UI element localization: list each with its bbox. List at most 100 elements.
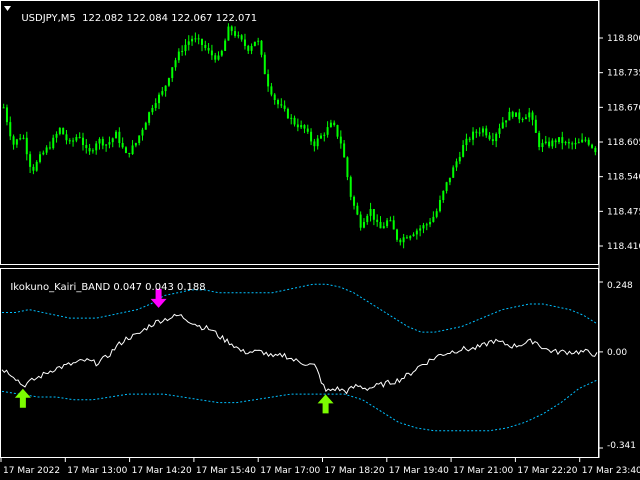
candle-body <box>369 209 372 216</box>
candle-body <box>260 40 263 55</box>
candle-body <box>174 60 177 68</box>
candle-body <box>52 137 55 149</box>
candle-body <box>296 124 299 128</box>
candlestick-series[interactable] <box>2 23 597 249</box>
candle-body <box>105 144 108 146</box>
candle-body <box>62 127 65 135</box>
candle-body <box>91 150 94 152</box>
time-tick-label: 17 Mar 2022 <box>3 466 60 476</box>
candle-body <box>435 211 438 217</box>
candle-body <box>257 40 260 42</box>
candle-body <box>48 147 51 149</box>
candle-body <box>42 152 45 155</box>
price-axis: 118.800 118.735 118.670 118.605 118.540 118.4… <box>599 34 640 252</box>
candle-body <box>465 138 468 146</box>
arrow-up-icon <box>317 394 334 414</box>
candle-body <box>515 112 518 117</box>
candle-body <box>263 54 266 75</box>
candle-body <box>531 112 534 120</box>
candle-body <box>574 143 577 145</box>
candle-body <box>356 205 359 215</box>
candle-body <box>5 107 8 123</box>
candle-body <box>478 132 481 134</box>
lower-band-line <box>1 379 598 432</box>
candle-body <box>293 117 296 125</box>
candle-body <box>339 136 342 144</box>
candle-body <box>277 100 280 105</box>
candle-body <box>286 108 289 119</box>
candle-body <box>323 134 326 136</box>
candle-body <box>187 41 190 45</box>
candle-body <box>224 40 227 51</box>
indicator-info: Ikokuno_Kairi_BAND 0.047 0.043 0.188 <box>4 271 206 293</box>
candle-body <box>541 143 544 148</box>
candle-body <box>544 141 547 144</box>
kairi-series[interactable] <box>1 313 598 395</box>
candle-body <box>372 209 375 220</box>
candle-body <box>548 141 551 147</box>
arrow-up-icon <box>14 388 31 408</box>
symbol-label: USDJPY,M5 <box>21 13 76 24</box>
candle-body <box>392 220 395 230</box>
candle-body <box>485 128 488 136</box>
candle-body <box>551 140 554 147</box>
candle-body <box>353 196 356 206</box>
chart-window[interactable]: 118.800 118.735 118.670 118.605 118.540 118.4… <box>0 0 640 480</box>
candle-body <box>191 38 194 42</box>
candle-body <box>55 133 58 138</box>
candle-body <box>584 139 587 141</box>
candle-body <box>207 47 210 51</box>
candle-body <box>518 112 521 120</box>
candle-body <box>108 142 111 145</box>
candle-body <box>316 138 319 147</box>
candle-body <box>303 125 306 129</box>
candle-body <box>557 137 560 143</box>
candle-body <box>240 35 243 40</box>
time-tick-label: 17 Mar 23:40 <box>582 466 640 476</box>
candle-body <box>419 228 422 231</box>
candle-body <box>35 161 38 171</box>
candle-body <box>455 161 458 168</box>
candle-body <box>124 147 127 153</box>
candle-body <box>534 119 537 133</box>
candle-body <box>134 143 137 146</box>
candle-body <box>313 141 316 147</box>
candle-body <box>521 119 524 121</box>
candle-body <box>554 140 557 143</box>
candle-body <box>95 143 98 151</box>
indicator-label: Ikokuno_Kairi_BAND 0.047 0.043 0.188 <box>10 282 206 293</box>
candle-body <box>283 105 286 109</box>
candle-body <box>448 177 451 183</box>
candle-body <box>111 138 114 143</box>
candle-body <box>508 111 511 121</box>
candle-body <box>445 182 448 191</box>
candle-body <box>68 140 71 142</box>
signal-arrows[interactable] <box>14 288 334 414</box>
candle-body <box>253 41 256 47</box>
candle-body <box>359 214 362 228</box>
candle-body <box>362 222 365 228</box>
candle-body <box>438 199 441 212</box>
candle-body <box>250 46 253 51</box>
candle-body <box>29 154 32 167</box>
time-tick-label: 17 Mar 21:00 <box>453 466 513 476</box>
candle-body <box>194 38 197 40</box>
candle-body <box>468 138 471 140</box>
candle-body <box>200 38 203 45</box>
candle-body <box>300 125 303 128</box>
candle-body <box>197 38 200 40</box>
price-tick-label: 118.670 <box>607 103 640 113</box>
candle-body <box>591 144 594 148</box>
candle-body <box>267 74 270 87</box>
candle-body <box>343 143 346 158</box>
candle-body <box>412 234 415 237</box>
candle-body <box>349 177 352 197</box>
candle-body <box>230 26 233 32</box>
candle-body <box>144 122 147 130</box>
band-series[interactable] <box>1 283 598 432</box>
triangle-down-icon[interactable] <box>4 6 11 11</box>
candle-body <box>101 138 104 146</box>
candle-body <box>306 128 309 132</box>
indicator-tick-label: 0.00 <box>607 348 627 358</box>
candle-body <box>524 117 527 120</box>
